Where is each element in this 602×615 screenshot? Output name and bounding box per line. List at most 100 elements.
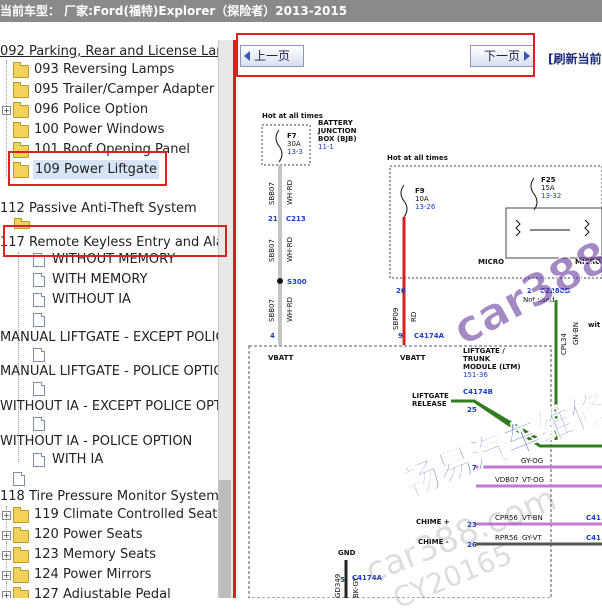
fuse-box-outline <box>261 124 311 166</box>
document-icon <box>33 293 45 307</box>
tree-label[interactable]: 096 Police Option <box>34 100 148 119</box>
tree-node-123[interactable]: + 123 Memory Seats <box>0 545 218 564</box>
folder-icon <box>13 62 29 78</box>
tree-scrollbar-thumb[interactable] <box>219 480 231 598</box>
tree-label[interactable]: WITHOUT IA - POLICE OPTION <box>0 432 192 451</box>
expand-plus-icon[interactable]: + <box>2 531 11 540</box>
diagram-text: GD349 <box>334 574 342 598</box>
folder-icon <box>13 82 29 98</box>
tree-node-without-ia-except-police[interactable]: WITHOUT IA - EXCEPT POLICE OPTION <box>0 397 218 416</box>
diagram-text: F9 <box>415 187 425 195</box>
diagram-text: 13-3 <box>287 148 303 156</box>
folder-icon <box>13 587 29 598</box>
tree-label[interactable]: WITH IA <box>52 450 103 469</box>
diagram-text: SBB07 <box>268 239 276 262</box>
diagram-text: WH-RD <box>286 237 294 262</box>
tree-node-118[interactable]: 118 Tire Pressure Monitor System <box>0 487 218 506</box>
tree-label[interactable]: MANUAL LIFTGATE - EXCEPT POLICE <box>0 328 218 347</box>
document-icon <box>33 453 45 467</box>
tree-node-without-ia[interactable]: WITHOUT IA <box>0 290 218 309</box>
document-icon <box>33 382 45 396</box>
tree-label[interactable]: 095 Trailer/Camper Adapter <box>34 80 214 99</box>
tree-label[interactable]: 118 Tire Pressure Monitor System <box>0 487 218 506</box>
diagram-text: C41 <box>586 514 601 522</box>
splice-dot <box>277 278 283 284</box>
tree-label[interactable]: WITHOUT IA <box>52 290 131 309</box>
tree-label[interactable]: 120 Power Seats <box>34 525 142 544</box>
tree-node-with-ia[interactable]: WITH IA <box>0 450 218 469</box>
diagram-text: BK-GY <box>352 576 360 598</box>
diagram-text: F7 <box>287 132 297 140</box>
tree-node-127[interactable]: + 127 Adjustable Pedal <box>0 585 218 598</box>
tree-label[interactable]: 112 Passive Anti-Theft System <box>0 199 197 218</box>
tree-node-manual-liftgate-police[interactable]: MANUAL LIFTGATE - POLICE OPTION <box>0 362 218 381</box>
document-icon <box>33 313 45 327</box>
tree-node-manual-liftgate-except-police[interactable]: MANUAL LIFTGATE - EXCEPT POLICE <box>0 328 218 347</box>
expand-plus-icon[interactable]: + <box>2 551 11 560</box>
highlight-box-117 <box>3 225 227 257</box>
expand-plus-icon[interactable]: + <box>2 591 11 598</box>
tree-label[interactable]: MANUAL LIFTGATE - POLICE OPTION <box>0 362 218 381</box>
folder-icon <box>13 507 29 523</box>
diagram-text: SBB07 <box>268 182 276 205</box>
tree-node-095[interactable]: 095 Trailer/Camper Adapter <box>0 80 218 99</box>
diagram-text: 11-1 <box>318 143 334 151</box>
tree-node-092[interactable]: 092 Parking, Rear and License Lamps <box>0 42 218 61</box>
diagram-text: C4174B <box>463 388 493 396</box>
expand-plus-icon[interactable]: + <box>2 106 11 115</box>
document-icon <box>13 472 25 486</box>
tree-node-100[interactable]: 100 Power Windows <box>0 120 218 139</box>
diagram-text: 13-26 <box>415 203 436 211</box>
diagram-text: VDB07 <box>495 476 519 484</box>
diagram-text: SBP09 <box>392 308 400 330</box>
tree-node-119[interactable]: + 119 Climate Controlled Seats <box>0 505 218 524</box>
fuse-symbol <box>275 129 283 163</box>
folder-icon <box>13 122 29 138</box>
refresh-current-link[interactable]: [刷新当前 <box>548 50 602 67</box>
diagram-text: C4174A <box>414 332 445 340</box>
document-icon <box>33 417 45 431</box>
diagram-text: RD <box>410 312 418 322</box>
diagram-text: wit <box>588 321 601 329</box>
tree-node-096[interactable]: + 096 Police Option <box>0 100 218 119</box>
tree-label[interactable]: 123 Memory Seats <box>34 545 156 564</box>
diagram-text: C213 <box>286 215 306 223</box>
diagram-text: BOX (BJB) <box>318 135 357 143</box>
diagram-text: 13-32 <box>541 192 561 200</box>
wiring-diagram: Hot at all times F7 30A 13-3 BATTERY JUN… <box>248 112 602 598</box>
diagram-text: Hot at all times <box>262 112 323 120</box>
expand-plus-icon[interactable]: + <box>2 511 11 520</box>
expand-plus-icon[interactable]: + <box>2 571 11 580</box>
diagram-text: 30A <box>287 140 301 148</box>
diagram-text: GY-VT <box>522 534 542 542</box>
fuse-symbol <box>530 177 538 211</box>
diagram-text: 20 <box>396 287 406 295</box>
diagram-text: MICRO <box>478 258 504 266</box>
tree-label[interactable]: 124 Power Mirrors <box>34 565 151 584</box>
tree-label[interactable]: 093 Reversing Lamps <box>34 60 174 79</box>
diagram-text: VBATT <box>400 354 426 362</box>
tree-node-with-memory[interactable]: WITH MEMORY <box>0 270 218 289</box>
tree-label[interactable]: 100 Power Windows <box>34 120 164 139</box>
diagram-text: C41 <box>586 534 601 542</box>
diagram-text: WH-RD <box>286 297 294 322</box>
tree-label[interactable]: 092 Parking, Rear and License Lamps <box>0 42 218 61</box>
tree-label[interactable]: 119 Climate Controlled Seats <box>34 505 218 524</box>
tree-node-112[interactable]: 112 Passive Anti-Theft System <box>0 199 218 218</box>
tree-label[interactable]: WITH MEMORY <box>52 270 148 289</box>
folder-icon <box>13 567 29 583</box>
diagram-text: S300 <box>287 278 307 286</box>
diagram-text: BATTERY <box>318 119 354 127</box>
diagram-text: RELEASE <box>412 400 447 408</box>
tree-label[interactable]: WITHOUT IA - EXCEPT POLICE OPTION <box>0 397 218 416</box>
diagram-text: F25 <box>541 176 556 184</box>
tree-node-124[interactable]: + 124 Power Mirrors <box>0 565 218 584</box>
tree-node-093[interactable]: 093 Reversing Lamps <box>0 60 218 79</box>
tree-node-120[interactable]: + 120 Power Seats <box>0 525 218 544</box>
diagram-text: 21 <box>268 215 278 223</box>
diagram-text: VBATT <box>268 354 294 362</box>
tree-label[interactable]: 127 Adjustable Pedal <box>34 585 171 598</box>
toc-tree[interactable]: 092 Parking, Rear and License Lamps 093 … <box>0 40 218 598</box>
tree-node-without-ia-police[interactable]: WITHOUT IA - POLICE OPTION <box>0 432 218 451</box>
diagram-text: WH-RD <box>286 180 294 205</box>
